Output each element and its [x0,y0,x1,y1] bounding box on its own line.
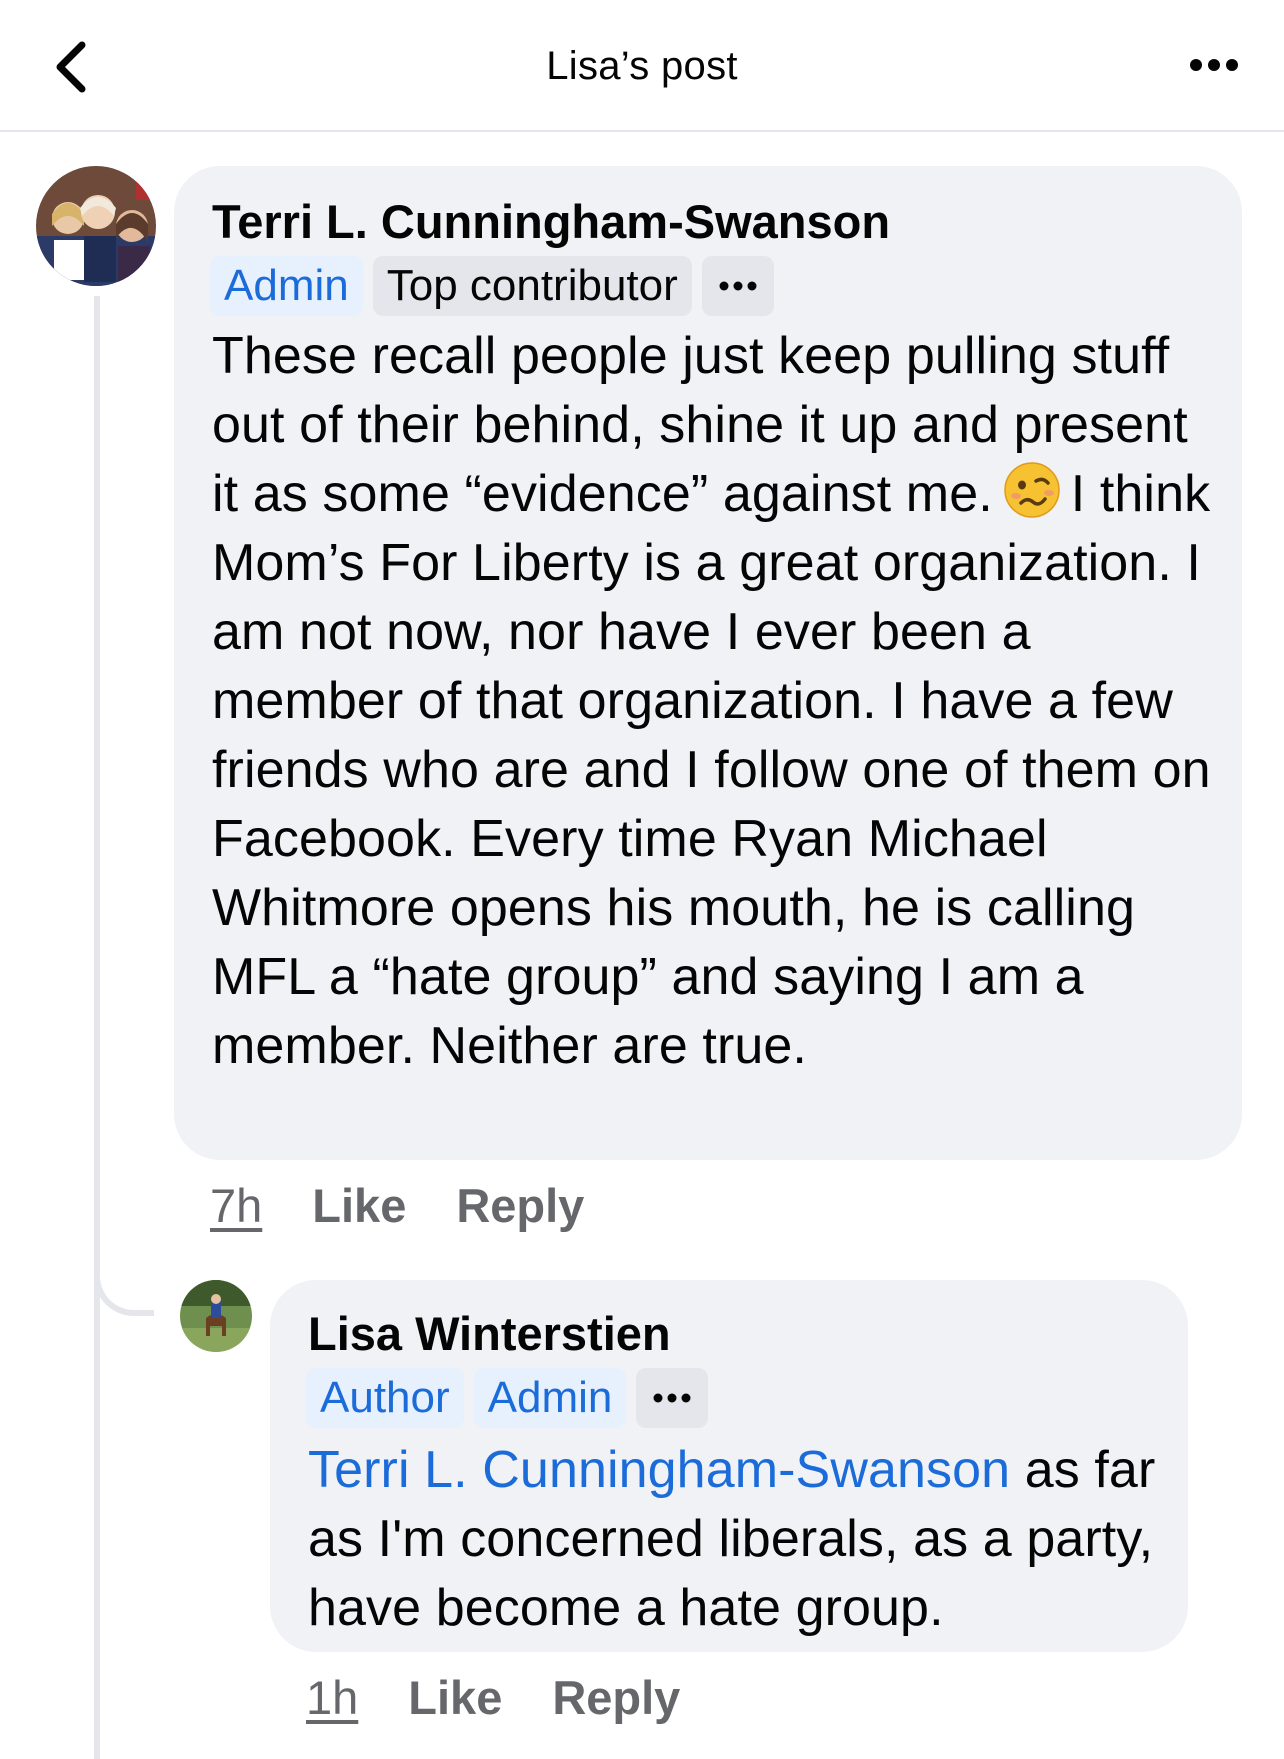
reply-button[interactable]: Reply [552,1670,680,1725]
avatar[interactable] [180,1280,252,1352]
top-contributor-badge[interactable]: Top contributor [372,256,692,316]
avatar-photo [180,1280,252,1352]
woozy-face-emoji [1004,462,1060,518]
reply-bubble: Lisa Winterstien Author Admin Terri L. C… [270,1280,1188,1652]
admin-badge[interactable]: Admin [473,1368,627,1428]
comment-author[interactable]: Lisa Winterstien [308,1306,671,1361]
comment-actions: 1h Like Reply [306,1670,680,1725]
like-button[interactable]: Like [408,1670,502,1725]
admin-badge[interactable]: Admin [210,256,363,316]
comment-timestamp[interactable]: 7h [210,1178,262,1233]
top-bar: Lisa’s post [0,0,1284,132]
comment-text: These recall people just keep pulling st… [212,322,1222,1081]
mention-link[interactable]: Terri L. Cunningham-Swanson [308,1441,1010,1499]
comment-timestamp[interactable]: 1h [306,1670,358,1725]
more-dots-icon [653,1393,691,1403]
badge-more-button[interactable] [636,1368,709,1428]
like-button[interactable]: Like [312,1178,406,1233]
badge-more-button[interactable] [701,256,774,316]
comment-text: Terri L. Cunningham-Swanson as far as I'… [308,1436,1168,1643]
more-options-button[interactable] [1184,50,1244,80]
comment-bubble: Terri L. Cunningham-Swanson Admin Top co… [174,166,1242,1160]
avatar-photo [36,166,156,286]
badge-row: Admin Top contributor [210,256,774,316]
author-badge[interactable]: Author [306,1368,464,1428]
page-title: Lisa’s post [546,44,738,88]
thread-line [94,296,100,1759]
badge-row: Author Admin [306,1368,709,1428]
comment-author[interactable]: Terri L. Cunningham-Swanson [212,194,890,249]
comment-text-part: I think Mom’s For Liberty is a great org… [212,465,1211,1075]
comment-actions: 7h Like Reply [210,1178,584,1233]
avatar[interactable] [36,166,156,286]
more-dots-icon [719,281,757,291]
thread-connector [94,1240,154,1316]
reply-button[interactable]: Reply [456,1178,584,1233]
more-dots-icon [1190,59,1238,71]
